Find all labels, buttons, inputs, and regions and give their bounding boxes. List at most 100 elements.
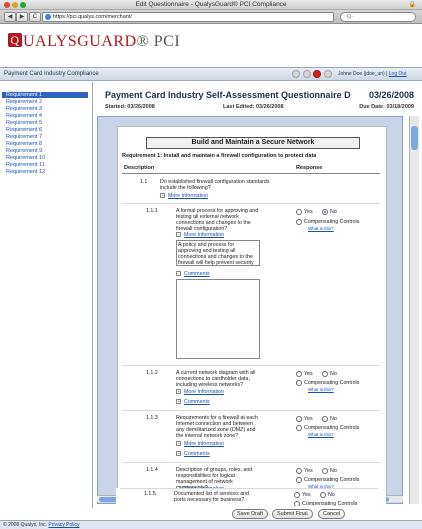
no-radio[interactable] <box>322 371 328 377</box>
more-information-link[interactable]: +More Information <box>176 441 224 447</box>
refresh-icon[interactable] <box>324 70 333 78</box>
no-radio[interactable] <box>320 492 326 498</box>
window-titlebar: Edit Questionnaire - QualysGuard® PCI Co… <box>0 0 422 10</box>
sidebar-item-requirement-12[interactable]: Requirement 12 <box>6 169 45 175</box>
response-header: Response <box>296 165 323 171</box>
url-field[interactable]: https://pci.qualys.com/merchant/ <box>42 12 334 22</box>
more-information-link[interactable]: − More Information <box>176 232 224 238</box>
sidebar-item-requirement-8[interactable]: Requirement 8 <box>6 141 42 147</box>
questionnaire-sheet: Build and Maintain a Secure Network Requ… <box>117 126 387 498</box>
lock-icon: 🔒 <box>408 2 416 8</box>
question-text: Requirements for a firewall at each Inte… <box>176 415 258 439</box>
cancel-button[interactable]: Cancel <box>318 509 346 519</box>
what-is-this-link[interactable]: What is this? <box>308 226 334 231</box>
more-information-link[interactable]: +More Information <box>160 193 208 199</box>
comments-textarea[interactable] <box>176 279 260 359</box>
question-text: Documented list of services and ports ne… <box>174 491 250 503</box>
collapse-icon: − <box>176 232 181 238</box>
what-is-this-link[interactable]: What is this? <box>308 432 334 437</box>
question-number: 1.1.3 <box>146 415 158 421</box>
sidebar-item-requirement-1[interactable]: Requirement 1 <box>2 92 88 98</box>
sidebar-item-requirement-3[interactable]: Requirement 3 <box>6 106 42 112</box>
expand-icon: + <box>176 399 181 405</box>
sub-navigation: Payment Card Industry Compliance Johne D… <box>0 67 422 81</box>
question-text: Do established firewall configuration st… <box>160 179 270 191</box>
save-draft-button[interactable]: Save Draft <box>232 509 268 519</box>
yes-radio[interactable] <box>294 492 300 498</box>
scrollbar-thumb[interactable] <box>411 126 418 150</box>
question-number: 1.1 <box>140 179 148 185</box>
questionnaire-date: 03/26/2008 <box>368 90 414 100</box>
yes-radio[interactable] <box>296 209 302 215</box>
form-actions: Save Draft Submit Final Cancel <box>92 508 422 520</box>
section-title: Payment Card Industry Compliance <box>4 71 99 77</box>
compensating-controls-label: Compensating Controls <box>304 477 360 483</box>
yes-label: Yes <box>304 209 313 215</box>
question-number: 1.1.2 <box>146 370 158 376</box>
print-icon[interactable] <box>292 70 300 78</box>
sidebar-item-requirement-5[interactable]: Requirement 5 <box>6 120 42 126</box>
compensating-controls-label: Compensating Controls <box>304 380 360 386</box>
row-divider <box>122 410 380 411</box>
action-icons <box>292 70 333 80</box>
row-divider <box>120 488 378 489</box>
logo-text: UALYSGUARD <box>23 33 137 50</box>
question-number: 1.1.5 <box>144 491 156 497</box>
last-edited-date: Last Edited: 03/26/2008 <box>223 104 284 110</box>
yes-radio[interactable] <box>296 416 302 422</box>
yes-radio[interactable] <box>296 371 302 377</box>
compensating-controls-radio[interactable] <box>296 380 302 386</box>
what-is-this-link[interactable]: What is this? <box>308 387 334 392</box>
user-name: Johne Doe (jdoe_un) | <box>338 71 388 77</box>
question-number: 1.1.4 <box>146 467 158 473</box>
yes-radio[interactable] <box>296 468 302 474</box>
browser-toolbar: ◀ ▶ C https://pci.qualys.com/merchant/ Q… <box>0 10 422 24</box>
sidebar-item-requirement-6[interactable]: Requirement 6 <box>6 127 42 133</box>
no-radio[interactable] <box>322 416 328 422</box>
no-label: No <box>330 371 337 377</box>
qualysguard-logo[interactable]: Q UALYSGUARD® PCI <box>8 33 180 51</box>
user-info: Johne Doe (jdoe_un) | Log Out <box>338 71 407 77</box>
no-label: No <box>328 492 335 498</box>
sidebar-item-requirement-7[interactable]: Requirement 7 <box>6 134 42 140</box>
more-information-link[interactable]: +More Information <box>176 389 224 395</box>
sidebar-item-requirement-2[interactable]: Requirement 2 <box>6 99 42 105</box>
logo-q: Q <box>8 33 22 47</box>
vertical-scrollbar[interactable] <box>409 116 419 504</box>
due-date: Due Date: 03/18/2009 <box>359 104 414 110</box>
yes-label: Yes <box>304 468 313 474</box>
pdf-icon[interactable] <box>313 70 322 78</box>
no-radio[interactable] <box>322 209 328 215</box>
no-label: No <box>330 468 337 474</box>
sidebar-item-requirement-9[interactable]: Requirement 9 <box>6 148 42 154</box>
no-radio[interactable] <box>322 468 328 474</box>
sidebar-item-requirement-10[interactable]: Requirement 10 <box>6 155 45 161</box>
reload-button[interactable]: C <box>29 12 41 22</box>
back-button[interactable]: ◀ <box>4 12 16 22</box>
sidebar-item-requirement-4[interactable]: Requirement 4 <box>6 113 42 119</box>
compensating-controls-radio[interactable] <box>296 477 302 483</box>
help-icon[interactable] <box>302 70 311 78</box>
forward-button[interactable]: ▶ <box>16 12 28 22</box>
logout-link[interactable]: Log Out <box>389 71 407 77</box>
requirement-heading: Requirement 1: Install and maintain a fi… <box>122 153 317 159</box>
compensating-controls-radio[interactable] <box>296 425 302 431</box>
sidebar-item-requirement-11[interactable]: Requirement 11 <box>6 162 45 168</box>
no-label: No <box>330 209 337 215</box>
comments-link[interactable]: − Comments <box>176 271 210 277</box>
requirements-sidebar: Requirement 1 Requirement 2 Requirement … <box>0 82 92 519</box>
started-date: Started: 03/26/2008 <box>105 104 155 110</box>
expand-icon: + <box>176 389 181 395</box>
submit-final-button[interactable]: Submit Final <box>272 509 313 519</box>
comments-link[interactable]: +Comments <box>176 451 210 457</box>
yes-label: Yes <box>302 492 311 498</box>
search-field[interactable]: Q- <box>340 12 416 22</box>
compensating-controls-radio[interactable] <box>294 501 300 506</box>
copyright-text: © 2008 Qualys, Inc. <box>3 522 47 528</box>
privacy-policy-link[interactable]: Privacy Policy <box>48 522 79 528</box>
url-text: https://pci.qualys.com/merchant/ <box>53 14 132 20</box>
compensating-controls-radio[interactable] <box>296 219 302 225</box>
comments-link[interactable]: +Comments <box>176 399 210 405</box>
more-information-box: A policy and process for approving and t… <box>176 240 260 266</box>
no-label: No <box>330 416 337 422</box>
